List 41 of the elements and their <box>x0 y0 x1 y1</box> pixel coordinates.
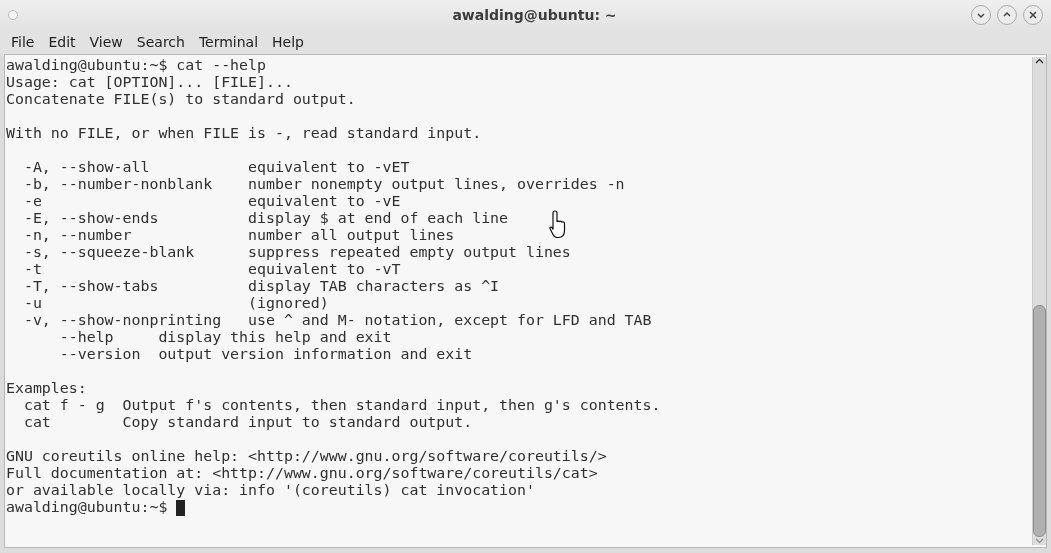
terminal-line: -b, --number-nonblank number nonempty output lines, overrides -n <box>22 176 625 193</box>
terminal-line: -s, --squeeze-blank suppress repeated empty output lines <box>22 244 571 261</box>
terminal-line: cat Copy standard input to standard output. <box>22 414 473 431</box>
close-icon <box>1028 10 1038 20</box>
terminal-line: awalding@ubuntu:~$ cat --help <box>6 57 266 74</box>
text-cursor <box>176 499 186 516</box>
minimize-button[interactable] <box>971 5 991 25</box>
terminal-line: -n, --number number all output lines <box>22 227 455 244</box>
close-button[interactable] <box>1023 5 1043 25</box>
terminal-prompt: awalding@ubuntu:~$ <box>6 499 168 516</box>
terminal-line: -E, --show-ends display $ at end of each line <box>22 210 509 227</box>
menu-item[interactable]: View <box>82 34 130 50</box>
terminal-line: -e equivalent to -vE <box>22 193 401 210</box>
terminal-line: Full documentation at: <http://www.gnu.org/software/coreutils/cat> <box>6 465 598 482</box>
terminal-line: With no FILE, or when FILE is -, read standard input. <box>6 125 482 142</box>
scroll-down-icon[interactable] <box>1035 537 1044 545</box>
terminal-line: -v, --show-nonprinting use ^ and M- notation, except for LFD and TAB <box>22 312 652 329</box>
terminal-line: Usage: cat [OPTION]... [FILE]... <box>6 74 293 91</box>
window-title: awalding@ubuntu: ~ <box>452 7 617 23</box>
terminal-line: --version output version information and exit <box>58 346 473 363</box>
terminal-line: or available locally via: info '(coreutils) cat invocation' <box>6 482 535 499</box>
terminal-line: GNU coreutils online help: <http://www.gnu.org/software/coreutils/> <box>6 448 607 465</box>
terminal-line: -T, --show-tabs display TAB characters as ^I <box>22 278 500 295</box>
menu-item[interactable]: File <box>4 34 42 50</box>
scrollbar-thumb[interactable] <box>1033 305 1046 537</box>
maximize-button[interactable] <box>997 5 1017 25</box>
menu-item[interactable]: Help <box>265 34 311 50</box>
menu-item[interactable]: Edit <box>41 34 83 50</box>
scroll-up-icon[interactable] <box>1035 57 1044 65</box>
chevron-down-icon <box>976 10 986 20</box>
menu-item[interactable]: Search <box>129 34 192 50</box>
terminal-line: -u (ignored) <box>22 295 329 312</box>
terminal-line: -t equivalent to -vT <box>22 261 401 278</box>
terminal-line: Examples: <box>6 380 87 397</box>
terminal-line: -A, --show-all equivalent to -vET <box>22 159 410 176</box>
menu-item[interactable]: Terminal <box>191 34 266 50</box>
terminal-line: Concatenate FILE(s) to standard output. <box>6 91 356 108</box>
scrollbar[interactable] <box>1032 57 1046 545</box>
terminal-line: --help display this help and exit <box>58 329 392 346</box>
window-dot-icon <box>8 10 18 20</box>
terminal-line: cat f - g Output f's contents, then standard input, then g's contents. <box>22 397 661 414</box>
